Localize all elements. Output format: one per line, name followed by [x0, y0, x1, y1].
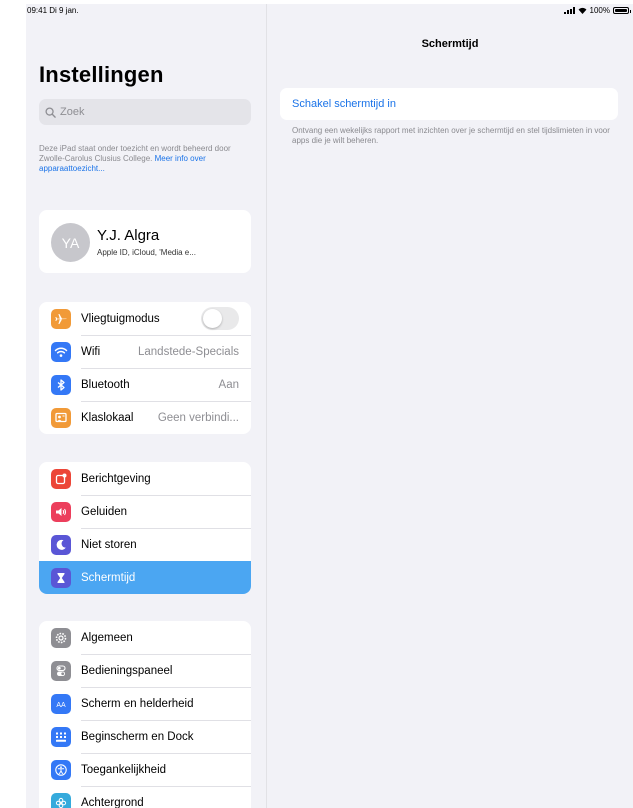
network-settings-group: Vliegtuigmodus Wifi Landstede-Specials B… — [39, 302, 251, 434]
sidebar-item-bluetooth[interactable]: Bluetooth Aan — [39, 368, 251, 401]
sidebar-item-label: Berichtgeving — [81, 472, 151, 485]
general-settings-group: Algemeen Bedieningspaneel AA Scherm en h… — [39, 621, 251, 808]
search-input[interactable] — [60, 106, 240, 118]
status-time: 09:41 Di 9 jan. — [27, 6, 79, 15]
battery-icon — [613, 7, 631, 14]
sidebar-item-accessibility[interactable]: Toegankelijkheid — [39, 753, 251, 786]
wifi-status-icon — [578, 7, 586, 14]
sidebar-item-label: Vliegtuigmodus — [81, 312, 160, 325]
bluetooth-status-value: Aan — [218, 378, 239, 391]
classroom-status-value: Geen verbindi... — [157, 411, 239, 424]
cellular-signal-icon — [563, 7, 575, 14]
sidebar-item-label: Wifi — [81, 345, 101, 358]
accessibility-icon — [51, 759, 71, 780]
sidebar-item-label: Achtergrond — [81, 796, 144, 808]
sidebar-item-label: Schermtijd — [81, 571, 136, 584]
wifi-network-value: Landstede-Specials — [137, 345, 239, 358]
sidebar-item-label: Bedieningspaneel — [81, 664, 173, 677]
screen-time-detail-pane: Schermtijd Schakel schermtijd in Ontvang… — [267, 4, 633, 808]
hourglass-icon — [51, 567, 71, 588]
moon-icon — [51, 534, 71, 555]
control-center-icon — [51, 660, 71, 681]
sidebar-item-wifi[interactable]: Wifi Landstede-Specials — [39, 335, 251, 368]
sidebar-item-label: Scherm en helderheid — [81, 697, 194, 710]
battery-percentage: 100% — [589, 6, 610, 15]
sidebar-item-label: Bluetooth — [81, 378, 130, 391]
search-field[interactable] — [39, 99, 251, 125]
search-icon — [45, 106, 56, 118]
bluetooth-icon — [51, 374, 71, 395]
supervision-notice: Deze iPad staat onder toezicht en wordt … — [39, 144, 249, 174]
enable-screen-time-button[interactable]: Schakel schermtijd in — [280, 88, 618, 120]
sidebar-title: Instellingen — [39, 62, 164, 87]
sidebar-item-label: Klaslokaal — [81, 411, 134, 424]
settings-sidebar: Instellingen Deze iPad staat onder toezi… — [26, 4, 267, 808]
sidebar-item-general[interactable]: Algemeen — [39, 621, 251, 654]
notifications-settings-group: Berichtgeving Geluiden Niet storen Scher… — [39, 462, 251, 594]
sidebar-item-sounds[interactable]: Geluiden — [39, 495, 251, 528]
notifications-icon — [51, 468, 71, 489]
gear-icon — [51, 627, 71, 648]
sidebar-item-label: Niet storen — [81, 538, 137, 551]
sidebar-item-airplane-mode[interactable]: Vliegtuigmodus — [39, 302, 251, 335]
profile-subtitle: Apple ID, iCloud, 'Media e... — [97, 248, 196, 257]
sidebar-item-control-center[interactable]: Bedieningspaneel — [39, 654, 251, 687]
avatar: YA — [51, 223, 90, 262]
sidebar-item-display-brightness[interactable]: AA Scherm en helderheid — [39, 687, 251, 720]
sidebar-item-label: Toegankelijkheid — [81, 763, 167, 776]
sidebar-item-notifications[interactable]: Berichtgeving — [39, 462, 251, 495]
sidebar-item-label: Geluiden — [81, 505, 128, 518]
profile-name: Y.J. Algra — [97, 227, 160, 244]
home-screen-icon — [51, 726, 71, 747]
status-indicators: 100% — [563, 6, 631, 15]
sidebar-item-do-not-disturb[interactable]: Niet storen — [39, 528, 251, 561]
sidebar-item-label: Beginscherm en Dock — [81, 730, 194, 743]
sounds-icon — [51, 501, 71, 522]
sidebar-item-label: Algemeen — [81, 631, 133, 644]
sidebar-item-classroom[interactable]: Klaslokaal Geen verbindi... — [39, 401, 251, 434]
sidebar-item-wallpaper[interactable]: Achtergrond — [39, 786, 251, 808]
screen-time-description: Ontvang een wekelijks rapport met inzich… — [292, 126, 610, 145]
apple-id-profile[interactable]: YA Y.J. Algra Apple ID, iCloud, 'Media e… — [39, 210, 251, 273]
svg-text:AA: AA — [56, 702, 66, 709]
wifi-icon — [51, 341, 71, 362]
airplane-mode-toggle[interactable] — [201, 307, 239, 330]
sidebar-item-home-screen-dock[interactable]: Beginscherm en Dock — [39, 720, 251, 753]
status-bar: 09:41 Di 9 jan. 100% — [26, 4, 633, 20]
ipad-screen: Instellingen Deze iPad staat onder toezi… — [26, 4, 633, 808]
display-icon: AA — [51, 693, 71, 714]
sidebar-item-screen-time[interactable]: Schermtijd — [39, 561, 251, 594]
detail-title: Schermtijd — [421, 38, 479, 50]
wallpaper-icon — [51, 792, 71, 808]
airplane-icon — [51, 308, 71, 329]
classroom-icon — [51, 407, 71, 428]
